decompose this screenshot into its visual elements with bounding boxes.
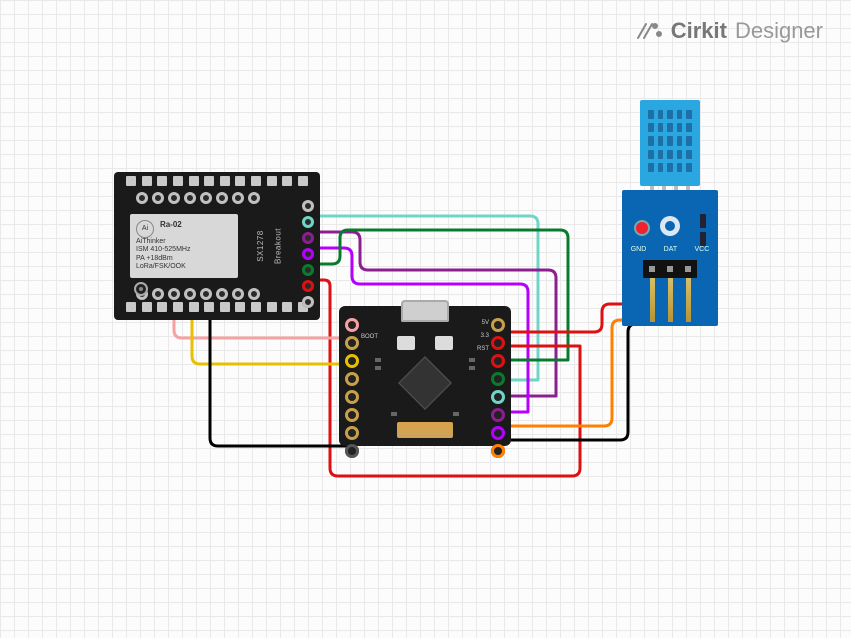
- usb-c-port-icon: [401, 300, 449, 322]
- component-esp32-mini[interactable]: BOOT 5V 3.3 RST: [339, 306, 511, 446]
- dht11-pins: [643, 278, 697, 322]
- esp-pins-right: [491, 318, 505, 458]
- component-ra02-lora[interactable]: Ai Ra-02 AiThinker ISM 410-525MHz PA +18…: [114, 172, 320, 320]
- ra02-castellation-bottom: [126, 302, 308, 316]
- component-dht11[interactable]: GND DAT VCC: [622, 100, 718, 326]
- ra02-side-label-2: SX1278: [256, 230, 265, 261]
- ra02-l2: PA +18dBm: [136, 255, 232, 263]
- ra02-title: Ra-02: [160, 220, 182, 229]
- pcb-antenna-icon: [397, 422, 453, 438]
- mcu-chip-icon: [398, 356, 452, 410]
- app-brand: Cirkit Designer: [635, 18, 823, 44]
- resistor-icon: [700, 214, 706, 228]
- dht11-grille-icon: [648, 110, 692, 172]
- aithinker-logo-icon: Ai: [136, 220, 154, 238]
- wire-yellow: [192, 316, 354, 364]
- ra02-holes-top: [136, 192, 260, 204]
- brand-glyph-icon: [635, 20, 663, 42]
- esp-pins-left: [345, 318, 359, 458]
- ra02-l3: LoRa/FSK/OOK: [136, 263, 232, 271]
- power-led-icon: [636, 222, 648, 234]
- dht11-pin-labels: GND DAT VCC: [622, 246, 718, 253]
- ra02-sub: AiThinker: [136, 238, 232, 246]
- dht11-pcb: GND DAT VCC: [622, 190, 718, 326]
- ra02-l1: ISM 410-525MHz: [136, 246, 232, 254]
- resistor-icon: [700, 232, 706, 246]
- reset-button[interactable]: [435, 336, 453, 350]
- brand-name-1: Cirkit: [671, 18, 727, 44]
- wire-ra02-gnd: [210, 316, 354, 446]
- boot-button[interactable]: [397, 336, 415, 350]
- ra02-castellation-top: [126, 176, 308, 190]
- ra02-holes-right: [302, 200, 314, 308]
- esp-labels-right: 5V 3.3 RST: [477, 320, 489, 387]
- ra02-rf-shield: Ai Ra-02 AiThinker ISM 410-525MHz PA +18…: [130, 214, 238, 278]
- mounting-hole-icon: [660, 216, 680, 236]
- wire-dht-dat: [505, 316, 670, 426]
- brand-name-2: Designer: [735, 18, 823, 44]
- ra02-side-label-1: Breakout: [273, 228, 282, 264]
- ra02-holes-bottom: [136, 288, 260, 300]
- ufl-antenna-connector-icon: [134, 282, 148, 296]
- design-canvas[interactable]: Cirkit Designer: [0, 0, 851, 638]
- dht11-sensor-body: [640, 100, 700, 186]
- dht11-header: [643, 260, 697, 278]
- wire-dht-gnd: [505, 316, 652, 440]
